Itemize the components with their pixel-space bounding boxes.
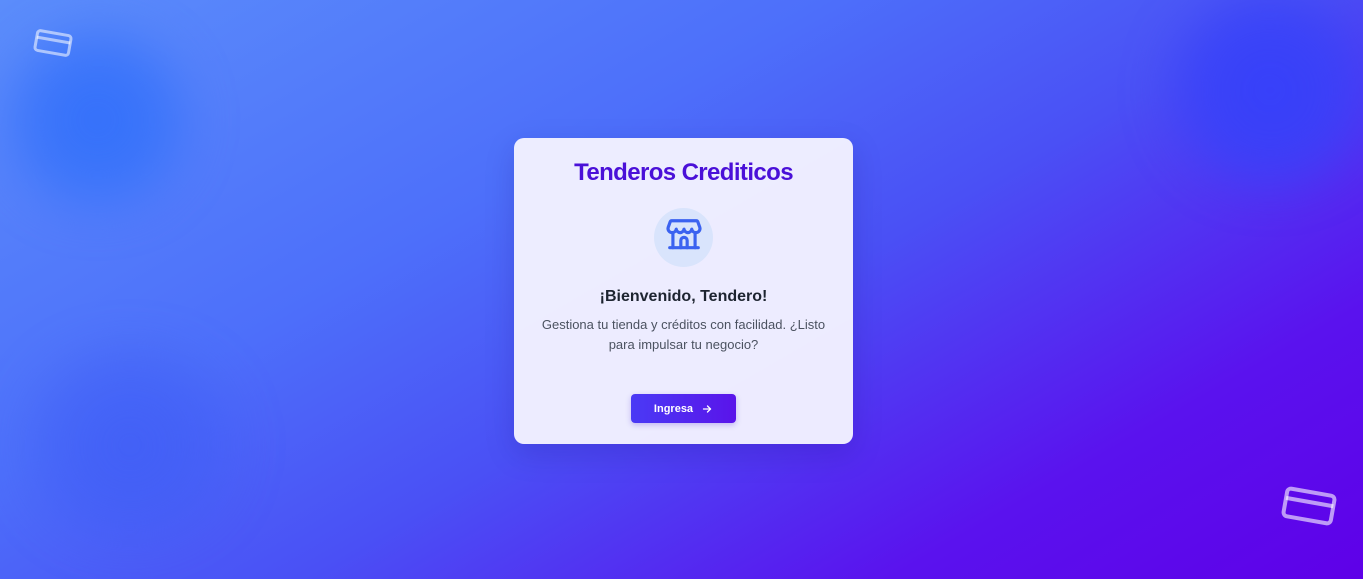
welcome-card: Tenderos Crediticos ¡Bienvenido, Tendero…	[514, 138, 853, 444]
login-button-label: Ingresa	[653, 402, 694, 415]
background-glow-bottom-left	[10, 345, 250, 545]
credit-card-icon	[33, 27, 73, 64]
login-button[interactable]: Ingresa	[631, 394, 736, 423]
app-title: Tenderos Crediticos	[574, 159, 793, 186]
background-glow-top-left	[0, 25, 195, 215]
store-icon	[665, 216, 703, 259]
store-icon-badge	[654, 208, 713, 267]
background-glow-top-right	[1160, 0, 1363, 190]
welcome-heading: ¡Bienvenido, Tendero!	[599, 288, 768, 305]
credit-card-icon	[1281, 484, 1337, 533]
arrow-right-icon	[701, 403, 713, 415]
welcome-description: Gestiona tu tienda y créditos con facili…	[541, 317, 826, 352]
